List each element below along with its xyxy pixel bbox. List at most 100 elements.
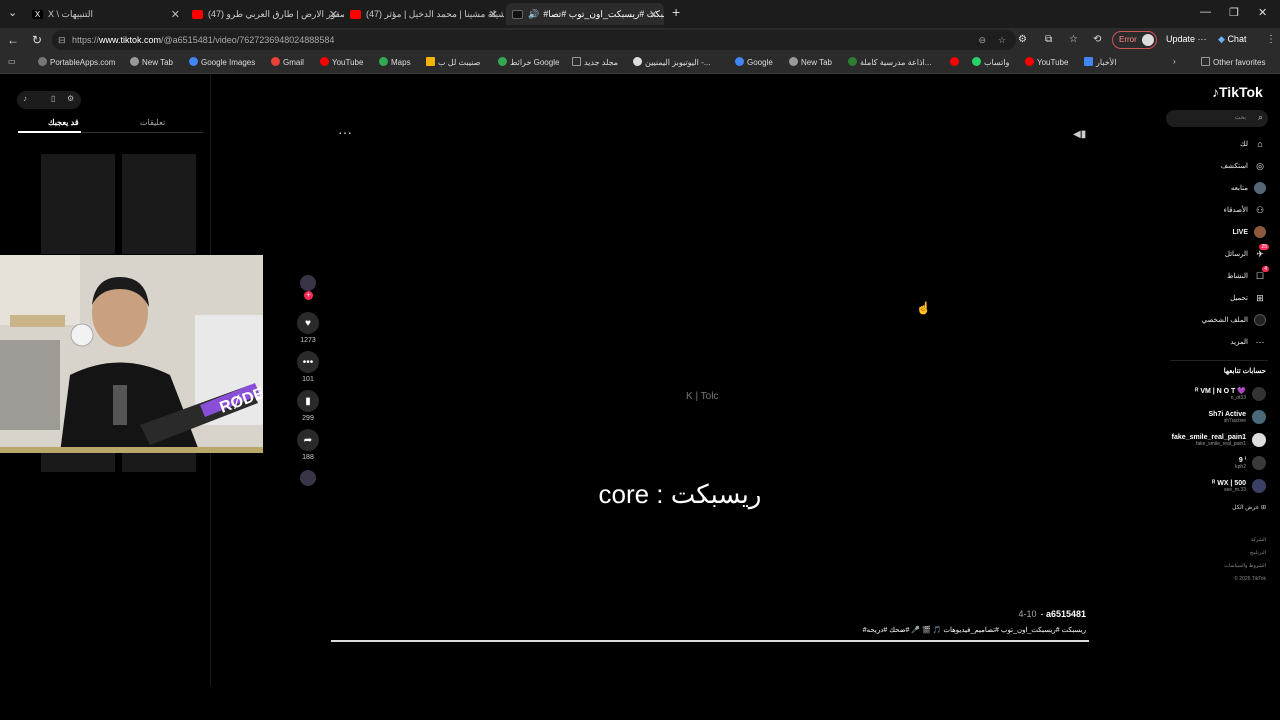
new-tab-button[interactable]: + [672,4,680,20]
followed-account[interactable]: Sh7i Active sh7iactive [1209,408,1266,426]
tab-comments[interactable]: تعليقات [140,118,165,127]
back-icon[interactable]: ← [7,33,19,47]
followed-account[interactable]: 9 ⁱ kph2 [1235,454,1266,472]
followed-account[interactable]: ᴿ WX | 500 see_m.33 [1212,477,1266,495]
browser-tab-active[interactable]: 🔊 #ريسبكت #ريسبكت_اون_توب #تصا ✕ [506,3,664,25]
nav-friends[interactable]: الأصدقاء ⚇ [1224,203,1266,217]
video-thumbnail[interactable] [122,154,196,254]
nav-following[interactable]: متابعه [1231,181,1266,195]
follow-plus-icon[interactable]: + [304,291,313,300]
sidebar-icon[interactable]: ⋮ [1266,34,1276,45]
comment-button[interactable]: ••• 101 [297,351,319,383]
bookmark-item[interactable]: Google [735,57,773,67]
video-thumbnail[interactable] [41,154,115,254]
url-input[interactable]: ⊟ https://www.tiktok.com/@a6515481/video… [52,30,1016,50]
restore-icon[interactable]: ❐ [1229,6,1239,19]
bookmark-item[interactable]: Gmail [271,57,304,67]
bookmark-item[interactable]: خرائط Google [498,57,559,67]
followed-account[interactable]: fake_smile_real_pain1 fake_smile_real_pai… [1172,431,1266,449]
comment-icon: ••• [297,351,319,373]
bookmark-item[interactable]: Other favorites [1201,57,1265,67]
tab-title: (47) شيلة مشينا | محمد الدخيل | مؤثر [366,8,504,19]
bookmark-item[interactable]: Maps [379,57,411,67]
browser-tab[interactable]: (47) صقور الارض | طارق العربي طرو ✕ [186,3,344,25]
bookmark-label: New Tab [801,58,832,67]
settings-icon[interactable]: ⚙ [67,94,74,103]
close-window-icon[interactable]: ✕ [1258,6,1267,19]
refresh-icon[interactable]: ↻ [32,33,42,47]
bookmark-item[interactable]: New Tab [130,57,173,67]
volume-icon[interactable]: ◀▮ [1073,129,1086,140]
account-name: fake_smile_real_pain1 [1171,433,1246,441]
phone-icon[interactable]: ▯ [51,94,55,103]
browser-tab[interactable]: X X \ التنبيهات ✕ [26,3,186,25]
minimize-icon[interactable]: — [1200,6,1211,18]
tiktok-logo[interactable]: ♪TikTok [1212,84,1263,100]
nav-activity[interactable]: النشاط ☐ 4 [1227,266,1269,283]
search-input[interactable]: بحث ⌕ [1166,110,1268,127]
followed-account[interactable]: ᴿ VM | N O T 💜 n_ot33 [1195,385,1266,403]
split-screen-icon[interactable]: ⧉ [1045,34,1052,45]
nav-messages[interactable]: الرسائل ✈ 25 [1225,244,1269,261]
like-button[interactable]: ♥ 1273 [297,312,319,344]
close-tab-icon[interactable]: ✕ [649,8,658,21]
bookmark-item[interactable]: Google Images [189,57,255,67]
video-progress-bar[interactable] [331,640,1089,642]
see-all-link[interactable]: عرض الكل ⊞ [1232,504,1266,511]
nav-more[interactable]: المزيد ··· [1230,335,1266,349]
bookmark-item[interactable]: واتساب [972,57,1009,67]
history-icon[interactable]: ⟲ [1093,34,1101,45]
tab-you-may-like[interactable]: قد يعجبك [48,118,79,127]
bookmark-item[interactable] [950,57,962,67]
site-info-icon[interactable]: ⊟ [58,30,66,50]
nav-label: تحميل [1230,295,1248,302]
tiktok-mini-icon[interactable]: ♪ [23,94,27,103]
zoom-icon[interactable]: ⊖ [978,30,986,50]
google-icon [189,57,198,66]
music-disc-icon[interactable] [300,470,316,486]
more-icon: ··· [1255,337,1265,347]
favorite-star-icon[interactable]: ☆ [998,30,1006,50]
footer-link[interactable]: الشروط والسياسات [1224,563,1266,569]
bookmark-item[interactable]: مجلد جديد [572,57,618,67]
profile-error-button[interactable]: Error [1112,31,1157,49]
update-label: Update [1166,34,1196,44]
bookmark-item[interactable]: New Tab [789,57,832,67]
save-button[interactable]: ▮ 299 [297,390,319,422]
share-button[interactable]: ➦ 188 [297,429,319,461]
video-player[interactable] [331,87,1089,640]
favorites-icon[interactable]: ☆ [1069,34,1078,45]
bookmark-item[interactable]: PortableApps.com [38,57,115,67]
creator-avatar[interactable] [300,275,316,291]
bookmark-item[interactable]: YouTube [320,57,363,67]
account-name: 9 ⁱ [1238,457,1246,464]
bookmark-label: Gmail [283,58,304,67]
bookmark-item[interactable]: اليوتيوبز اليمنيين -... [633,57,710,67]
nav-label: استكشف [1220,163,1248,170]
nav-profile[interactable]: الملف الشخصي [1202,313,1266,327]
extensions-icon[interactable]: ⚙ [1018,34,1027,45]
more-options-icon[interactable]: ··· [338,124,352,140]
bookmark-item[interactable]: صنيبث لل ب [426,57,480,67]
video-author[interactable]: 4-10- a6515481 [1018,609,1086,619]
close-tab-icon[interactable]: ✕ [171,8,180,21]
nav-for-you[interactable]: لك ⌂ [1240,137,1266,151]
nav-live[interactable]: LIVE [1232,225,1266,239]
bookmark-item[interactable]: الأخبار [1084,57,1116,67]
close-tab-icon[interactable]: ✕ [489,8,498,21]
nav-explore[interactable]: استكشف ◎ [1221,159,1266,173]
nav-upload[interactable]: تحميل ⊞ [1230,291,1266,305]
reading-list-icon[interactable]: ▭ [8,57,16,66]
following-accounts-title: حسابات تتابعها [1223,368,1266,375]
bookmark-item[interactable]: اذاعة مدرسية كاملة... [848,57,931,67]
bookmark-item[interactable]: YouTube [1025,57,1068,67]
browser-tab[interactable]: (47) شيلة مشينا | محمد الدخيل | مؤثر ✕ [344,3,504,25]
copilot-chat-button[interactable]: ◆ Chat [1218,34,1246,45]
close-tab-icon[interactable]: ✕ [329,8,338,21]
footer-link[interactable]: البرنامج [1250,550,1266,556]
update-button[interactable]: Update ··· [1166,34,1207,44]
speaker-icon[interactable]: 🔊 [528,9,539,20]
footer-link[interactable]: الشركة [1251,537,1266,543]
more-bookmarks-chevron-icon[interactable]: › [1173,57,1176,66]
tab-list-chevron-icon[interactable]: ⌄ [8,6,17,19]
